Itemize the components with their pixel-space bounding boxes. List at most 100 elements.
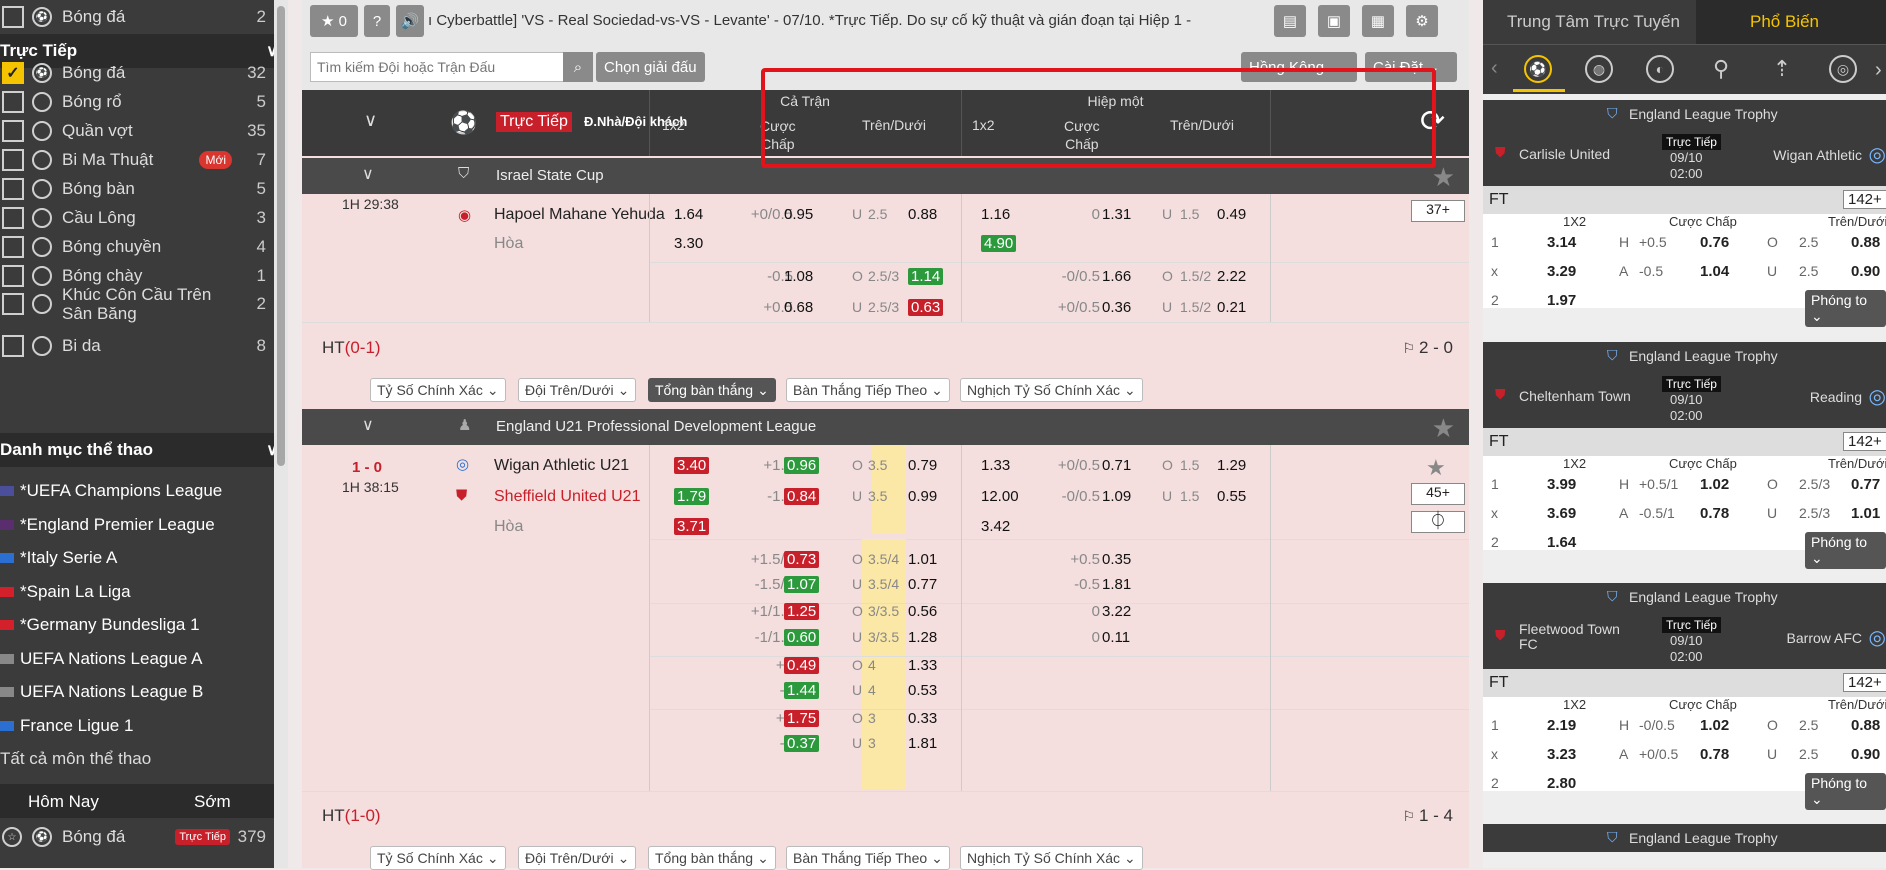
odds-hdp-o[interactable]: 0.95 bbox=[784, 206, 813, 223]
odds-x12[interactable]: 3.40 bbox=[674, 457, 710, 474]
bet-type-dropdown[interactable]: Bàn Thắng Tiếp Theo ⌄ bbox=[786, 846, 950, 870]
tab-early[interactable]: Sớm bbox=[194, 792, 231, 812]
bet-type-dropdown[interactable]: Đội Trên/Dưới ⌄ bbox=[518, 846, 637, 870]
sidebar-league-item[interactable]: France Ligue 1 bbox=[0, 713, 274, 739]
chevron-right-icon[interactable]: › bbox=[1875, 59, 1882, 82]
odds-h-ou-o[interactable]: 2.22 bbox=[1217, 268, 1246, 285]
tennis-icon[interactable]: ◐ bbox=[1646, 55, 1674, 83]
sidebar-item-sport[interactable]: Bóng rổ 5 bbox=[0, 89, 274, 115]
stats-icon[interactable]: ⏀ bbox=[1411, 511, 1465, 533]
odds-cell[interactable]: 0.78 bbox=[1700, 746, 1729, 763]
bottom-sport-item[interactable]: ☆ ⚽ Bóng đá Trực Tiếp 379 bbox=[0, 824, 274, 850]
checkbox[interactable] bbox=[2, 91, 24, 113]
right-league-header[interactable]: ⛉ England League Trophy bbox=[1483, 100, 1886, 128]
odds-cell[interactable]: 2.80 bbox=[1547, 775, 1576, 792]
search-icon[interactable]: ⌕ bbox=[563, 52, 593, 82]
league-header[interactable]: ∨ ♟ England U21 Professional Development L… bbox=[302, 409, 1469, 445]
star-icon[interactable]: ★ bbox=[1426, 455, 1446, 481]
more-markets-button[interactable]: 45+ bbox=[1411, 483, 1465, 505]
odds-x12[interactable]: 3.30 bbox=[674, 235, 703, 252]
odds-h-x12[interactable]: 1.33 bbox=[981, 457, 1010, 474]
choose-league-button[interactable]: Chọn giải đấu bbox=[596, 52, 705, 82]
odds-cell[interactable]: 1.02 bbox=[1700, 476, 1729, 493]
help-button[interactable]: ? bbox=[364, 5, 390, 37]
odds-ou-o[interactable]: 0.33 bbox=[908, 710, 937, 727]
odds-cell[interactable]: 0.88 bbox=[1851, 717, 1880, 734]
right-league-header[interactable]: ⛉ England League Trophy bbox=[1483, 824, 1886, 852]
odds-h-ou-o[interactable]: 0.21 bbox=[1217, 299, 1246, 316]
odds-h-hdp[interactable]: +0/0.5 bbox=[1058, 299, 1100, 316]
checkbox[interactable] bbox=[2, 120, 24, 142]
odds-h-hdp-o[interactable]: 0.35 bbox=[1102, 551, 1131, 568]
sidebar-item-sport[interactable]: Bi Ma Thuật Mới 7 bbox=[0, 147, 274, 173]
gear-icon[interactable]: ⚙ bbox=[1406, 5, 1438, 37]
odds-cell[interactable]: 0.90 bbox=[1851, 746, 1880, 763]
badminton-icon[interactable]: ⇡ bbox=[1768, 55, 1796, 83]
chevron-left-icon[interactable]: ‹ bbox=[1491, 57, 1498, 80]
search-input[interactable] bbox=[310, 52, 565, 82]
checkbox[interactable] bbox=[2, 149, 24, 171]
sidebar-item-sport[interactable]: Bi da 8 bbox=[0, 333, 274, 359]
chevron-down-icon[interactable]: ∨ bbox=[364, 110, 377, 131]
bet-type-dropdown[interactable]: Đội Trên/Dưới ⌄ bbox=[518, 378, 637, 402]
odds-h-x12[interactable]: 12.00 bbox=[981, 488, 1019, 505]
odds-h-hdp[interactable]: 0 bbox=[1092, 206, 1100, 223]
odds-hdp-o[interactable]: 0.37 bbox=[784, 735, 820, 752]
odds-h-hdp-o[interactable]: 1.81 bbox=[1102, 576, 1131, 593]
sidebar-league-item[interactable]: *Spain La Liga bbox=[0, 579, 274, 605]
volleyball-icon[interactable]: ◎ bbox=[1829, 55, 1857, 83]
more-markets-button[interactable]: 142+ bbox=[1843, 190, 1886, 209]
odds-hdp-o[interactable]: 0.49 bbox=[784, 657, 820, 674]
all-sports-link[interactable]: Tất cả môn thể thao bbox=[0, 746, 274, 772]
odds-h-hdp[interactable]: -0.5 bbox=[1074, 576, 1100, 593]
odds-h-hdp-o[interactable]: 3.22 bbox=[1102, 603, 1131, 620]
zoom-dropdown[interactable]: Phóng to ⌄ bbox=[1805, 773, 1886, 810]
right-league-header[interactable]: ⛉ England League Trophy bbox=[1483, 342, 1886, 370]
more-markets-button[interactable]: 142+ bbox=[1843, 673, 1886, 692]
sidebar-league-item[interactable]: *Germany Bundesliga 1 bbox=[0, 612, 274, 638]
bet-type-dropdown[interactable]: Nghịch Tỷ Số Chính Xác ⌄ bbox=[960, 846, 1143, 870]
odds-h-hdp-o[interactable]: 0.71 bbox=[1102, 457, 1131, 474]
odds-cell[interactable]: 1.04 bbox=[1700, 263, 1729, 280]
odds-cell[interactable]: 0.77 bbox=[1851, 476, 1880, 493]
odds-h-ou-o[interactable]: 0.55 bbox=[1217, 488, 1246, 505]
favorites-button[interactable]: ★ 0 bbox=[310, 5, 358, 37]
odds-hdp-o[interactable]: 1.07 bbox=[784, 576, 820, 593]
bet-type-dropdown[interactable]: Tổng bàn thắng ⌄ bbox=[648, 846, 776, 870]
sidebar-league-item[interactable]: UEFA Nations League B bbox=[0, 679, 274, 705]
sidebar-league-item[interactable]: *UEFA Champions League bbox=[0, 478, 274, 504]
live-label[interactable]: Trực Tiếp bbox=[496, 112, 572, 132]
tab-popular[interactable]: Phổ Biến bbox=[1696, 0, 1886, 44]
odds-cell[interactable]: 3.69 bbox=[1547, 505, 1576, 522]
odds-cell[interactable]: 1.01 bbox=[1851, 505, 1880, 522]
sidebar-item-sport[interactable]: Cầu Lông 3 bbox=[0, 205, 274, 231]
odds-h-ou-o[interactable]: 0.49 bbox=[1217, 206, 1246, 223]
checkbox[interactable]: ✓ bbox=[2, 62, 24, 84]
right-match[interactable]: ⛊ Carlisle United Trực Tiếp 09/10 02:00 Wigan… bbox=[1483, 128, 1886, 186]
zoom-dropdown[interactable]: Phóng to ⌄ bbox=[1805, 532, 1886, 569]
odds-cell[interactable]: 0.78 bbox=[1700, 505, 1729, 522]
bet-type-dropdown[interactable]: Tổng bàn thắng ⌄ bbox=[648, 378, 776, 402]
odds-h-hdp-o[interactable]: 0.36 bbox=[1102, 299, 1131, 316]
odds-hdp-o[interactable]: 1.44 bbox=[784, 682, 820, 699]
bet-type-dropdown[interactable]: Bàn Thắng Tiếp Theo ⌄ bbox=[786, 378, 950, 402]
checkbox[interactable] bbox=[2, 207, 24, 229]
scoreboard-icon[interactable]: ▦ bbox=[1362, 5, 1394, 37]
away-team[interactable]: Sheffield United U21 bbox=[494, 488, 640, 506]
chevron-down-icon[interactable]: ∨ bbox=[362, 415, 374, 435]
odds-ou-o[interactable]: 0.56 bbox=[908, 603, 937, 620]
sidebar-league-item[interactable]: *England Premier League bbox=[0, 512, 274, 538]
odds-h-hdp-o[interactable]: 1.31 bbox=[1102, 206, 1131, 223]
checkbox[interactable] bbox=[2, 6, 24, 28]
more-markets-button[interactable]: 142+ bbox=[1843, 432, 1886, 451]
odds-cell[interactable]: 1.02 bbox=[1700, 717, 1729, 734]
star-icon[interactable]: ★ bbox=[1432, 162, 1455, 193]
odds-x12[interactable]: 1.64 bbox=[674, 206, 703, 223]
sidebar-item-sport[interactable]: Bóng chuyền 4 bbox=[0, 234, 274, 260]
odds-hdp-o[interactable]: 1.25 bbox=[784, 603, 820, 620]
checkbox[interactable] bbox=[2, 178, 24, 200]
table-tennis-icon[interactable]: ⚲ bbox=[1707, 55, 1735, 83]
odds-h-hdp[interactable]: -0/0.5 bbox=[1062, 268, 1100, 285]
odds-h-hdp[interactable]: +0.5 bbox=[1070, 551, 1100, 568]
odds-h-ou-o[interactable]: 1.29 bbox=[1217, 457, 1246, 474]
